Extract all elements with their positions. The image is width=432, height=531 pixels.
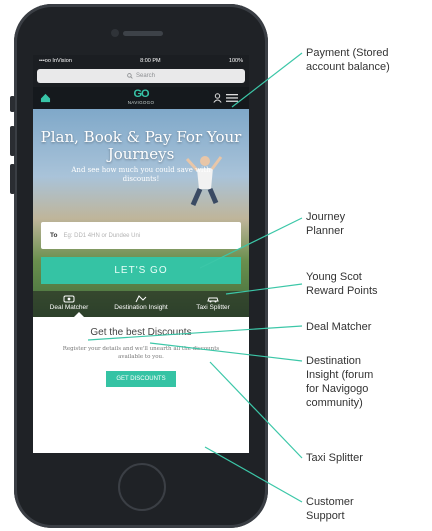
line-journey xyxy=(199,217,303,269)
line-deal xyxy=(87,325,303,341)
annotation-line: Support xyxy=(306,510,345,522)
annotation-line: Insight (forum xyxy=(306,369,374,381)
annotation-line: Journey xyxy=(306,211,346,223)
annotation-line: Young Scot xyxy=(306,271,362,283)
annotation-line: Planner xyxy=(306,225,344,237)
annotation-line: Reward Points xyxy=(306,285,378,297)
annotation-destination-insight: Destination Insight (forum for Navigogo … xyxy=(306,354,373,410)
annotation-line: Customer xyxy=(306,496,354,508)
line-reward xyxy=(225,283,303,295)
annotation-line: community) xyxy=(306,397,363,409)
annotation-taxi-splitter: Taxi Splitter xyxy=(306,451,363,465)
annotation-line: Destination xyxy=(306,355,362,367)
line-support xyxy=(204,446,303,503)
annotation-deal-matcher: Deal Matcher xyxy=(306,320,371,334)
line-taxi xyxy=(209,361,303,459)
annotation-line: for Navigogo xyxy=(306,383,369,395)
annotation-payment: Payment (Stored account balance) xyxy=(306,46,390,74)
line-insight xyxy=(149,342,303,362)
annotation-lines xyxy=(87,52,303,503)
annotation-line: account balance) xyxy=(306,61,390,73)
annotation-journey-planner: Journey Planner xyxy=(306,210,345,238)
annotation-customer-support: Customer Support xyxy=(306,495,354,523)
line-payment xyxy=(231,52,303,108)
annotation-line: Deal Matcher xyxy=(306,321,372,333)
annotation-line: Payment (Stored xyxy=(306,47,389,59)
annotation-reward-points: Young Scot Reward Points xyxy=(306,270,378,298)
annotation-line: Taxi Splitter xyxy=(306,452,363,464)
